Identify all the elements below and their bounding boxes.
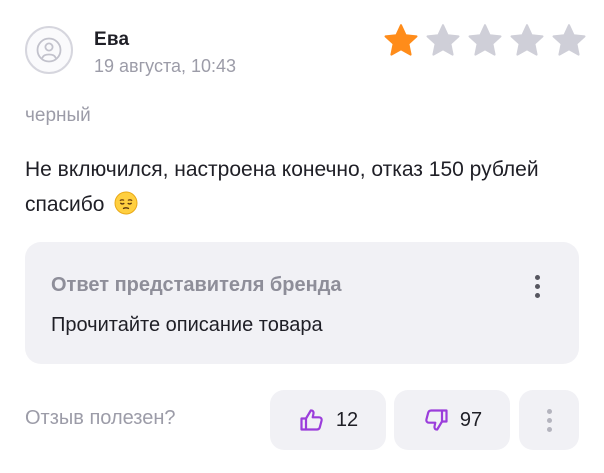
star-rating: [382, 22, 588, 60]
star-empty-icon: [426, 24, 460, 56]
review-body: Не включился, настроена конечно, отказ 1…: [25, 152, 565, 222]
more-options-button[interactable]: [519, 390, 579, 450]
menu-dot: [546, 426, 552, 432]
like-count: 12: [335, 408, 359, 431]
avatar: [25, 26, 73, 74]
review-text: Не включился, настроена конечно, отказ 1…: [25, 158, 539, 216]
menu-dot: [534, 283, 540, 289]
dislike-button[interactable]: 97: [394, 390, 510, 450]
thumbs-down-icon: [425, 409, 448, 431]
dislike-count: 97: [459, 408, 483, 431]
review-date: 19 августа, 10:43: [94, 56, 237, 76]
menu-dot: [534, 274, 540, 280]
user-icon: [36, 37, 62, 63]
pensive-face-icon: [114, 191, 138, 215]
star-empty-icon: [468, 24, 502, 56]
star-empty-icon: [552, 24, 586, 56]
more-vertical-icon[interactable]: [525, 268, 549, 304]
menu-dot: [546, 417, 552, 423]
review-card: Ева 19 августа, 10:43 черный Не включилс…: [0, 0, 604, 473]
menu-dot: [546, 408, 552, 414]
brand-reply-title: Ответ представителя бренда: [51, 274, 342, 296]
product-variant: черный: [25, 105, 91, 126]
menu-dot: [534, 292, 540, 298]
brand-reply-text: Прочитайте описание товара: [51, 314, 323, 336]
brand-reply: Ответ представителя бренда Прочитайте оп…: [25, 242, 579, 364]
author-name: Ева: [94, 29, 130, 50]
thumbs-up-icon: [300, 409, 323, 431]
like-button[interactable]: 12: [270, 390, 386, 450]
more-vertical-icon: [546, 408, 552, 432]
star-empty-icon: [510, 24, 544, 56]
star-filled-icon: [384, 24, 418, 56]
helpful-label: Отзыв полезен?: [25, 407, 176, 429]
